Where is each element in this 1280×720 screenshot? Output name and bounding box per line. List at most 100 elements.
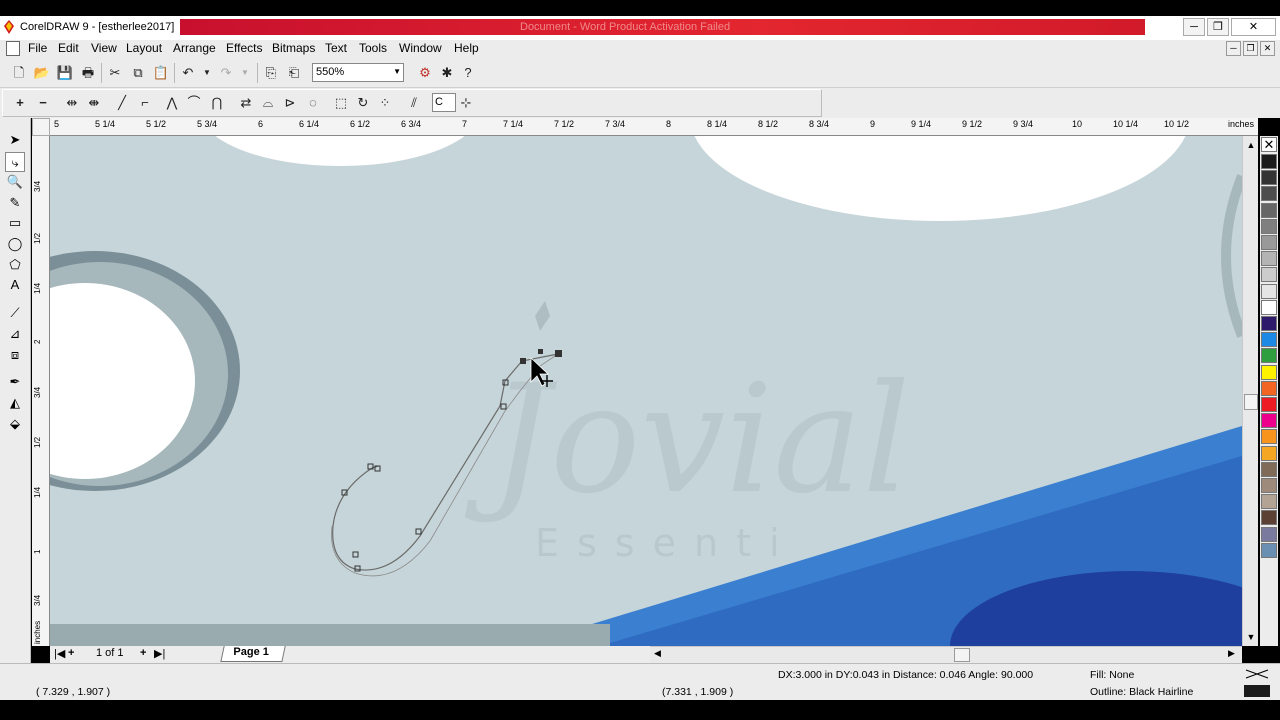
rotate-nodes-icon[interactable]: ↻ bbox=[353, 93, 373, 113]
restore-button[interactable]: ❐ bbox=[1207, 18, 1229, 36]
interactive-fill-icon[interactable]: ⊿ bbox=[5, 324, 25, 344]
color-swatch[interactable] bbox=[1261, 267, 1277, 283]
color-swatch[interactable] bbox=[1261, 478, 1277, 493]
menu-help[interactable]: Help bbox=[454, 41, 479, 55]
corel-online-icon[interactable]: ✱ bbox=[437, 63, 457, 83]
stretch-nodes-icon[interactable]: ⬚ bbox=[331, 93, 351, 113]
scroll-right-icon[interactable]: ▶ bbox=[1228, 648, 1235, 659]
color-swatch[interactable] bbox=[1261, 299, 1277, 315]
color-swatch[interactable] bbox=[1261, 283, 1277, 299]
freehand-tool-icon[interactable]: ✎ bbox=[5, 193, 25, 213]
outline-tool-icon[interactable]: ✒ bbox=[5, 372, 25, 392]
color-swatch[interactable] bbox=[1261, 316, 1277, 331]
vertical-ruler[interactable]: 3/4 1/2 1/4 2 3/4 1/2 1/4 1 3/4 inches bbox=[32, 136, 50, 646]
copy-icon[interactable]: ⧉ bbox=[128, 63, 148, 83]
symmetrical-node-icon[interactable]: ⋂ bbox=[207, 93, 227, 113]
color-swatch[interactable] bbox=[1261, 202, 1277, 218]
color-swatch[interactable] bbox=[1261, 494, 1277, 510]
save-icon[interactable]: 💾 bbox=[55, 63, 75, 83]
curve-node[interactable] bbox=[520, 358, 526, 364]
curve-smoothness-field[interactable]: C bbox=[432, 93, 456, 112]
horizontal-scroll-thumb[interactable] bbox=[954, 648, 970, 662]
smooth-node-icon[interactable]: ⌒ bbox=[184, 93, 204, 113]
page-tab[interactable]: Page 1 bbox=[220, 646, 286, 662]
menu-file[interactable]: File bbox=[28, 41, 47, 55]
paste-icon[interactable]: 📋 bbox=[151, 63, 171, 83]
color-swatch[interactable] bbox=[1261, 380, 1277, 396]
pick-tool-icon[interactable]: ➤ bbox=[5, 130, 25, 150]
horizontal-ruler[interactable]: 5 5 1/4 5 1/2 5 3/4 6 6 1/4 6 1/2 6 3/4 … bbox=[50, 118, 1258, 136]
interactive-fill-bucket-icon[interactable]: ⬙ bbox=[5, 414, 25, 434]
color-swatch[interactable] bbox=[1261, 170, 1277, 186]
redo-icon[interactable]: ↷ bbox=[216, 63, 236, 83]
whats-this-help-icon[interactable]: ? bbox=[458, 63, 478, 83]
extend-curve-icon[interactable]: ⌓ bbox=[258, 93, 278, 113]
eyedropper-tool-icon[interactable]: ⟋ bbox=[5, 303, 25, 323]
to-line-icon[interactable]: ╱ bbox=[112, 93, 132, 113]
scroll-up-icon[interactable]: ▲ bbox=[1244, 138, 1258, 152]
no-fill-swatch-icon[interactable]: ✕ bbox=[1261, 137, 1277, 152]
color-swatch[interactable] bbox=[1261, 445, 1277, 461]
text-tool-icon[interactable]: A bbox=[5, 275, 25, 295]
fill-tool-icon[interactable]: ◭ bbox=[5, 393, 25, 413]
doc-close-button[interactable]: ✕ bbox=[1260, 41, 1275, 56]
vertical-scrollbar[interactable]: ▲ ▼ bbox=[1242, 136, 1258, 646]
color-swatch[interactable] bbox=[1261, 218, 1277, 234]
color-swatch[interactable] bbox=[1261, 235, 1277, 250]
curve-node-selected[interactable] bbox=[555, 350, 562, 357]
document-icon[interactable] bbox=[6, 41, 20, 56]
zoom-level-combobox[interactable]: 550% ▼ bbox=[312, 63, 404, 82]
drawing-canvas[interactable]: Jovial Essenti bbox=[50, 136, 1242, 646]
last-page-icon[interactable]: ▶| bbox=[154, 647, 165, 660]
open-icon[interactable]: 📂 bbox=[32, 63, 52, 83]
color-swatch[interactable] bbox=[1261, 348, 1277, 364]
color-swatch[interactable] bbox=[1261, 429, 1277, 445]
close-button[interactable]: ✕ bbox=[1231, 18, 1276, 36]
polygon-tool-icon[interactable]: ⬠ bbox=[5, 255, 25, 275]
color-swatch[interactable] bbox=[1261, 364, 1277, 380]
color-swatch[interactable] bbox=[1261, 397, 1277, 412]
join-nodes-icon[interactable]: ⇹ bbox=[62, 93, 82, 113]
menu-layout[interactable]: Layout bbox=[126, 41, 162, 55]
curve-node[interactable] bbox=[538, 349, 543, 354]
cusp-node-icon[interactable]: ⋀ bbox=[162, 93, 182, 113]
add-page-before-icon[interactable]: + bbox=[68, 647, 74, 659]
print-icon[interactable]: 🖶 bbox=[78, 63, 98, 83]
color-swatch[interactable] bbox=[1261, 510, 1277, 526]
menu-bitmaps[interactable]: Bitmaps bbox=[272, 41, 315, 55]
align-nodes-icon[interactable]: ⁘ bbox=[375, 93, 395, 113]
break-curve-icon[interactable]: ⇼ bbox=[84, 93, 104, 113]
interactive-blend-icon[interactable]: ⧈ bbox=[5, 345, 25, 365]
doc-restore-button[interactable]: ❐ bbox=[1243, 41, 1258, 56]
new-document-icon[interactable]: 🗋 bbox=[9, 63, 29, 83]
undo-icon[interactable]: ↶ bbox=[178, 63, 198, 83]
menu-view[interactable]: View bbox=[91, 41, 117, 55]
redo-dropdown-icon[interactable]: ▼ bbox=[235, 63, 255, 83]
coreldraw-app-icon[interactable] bbox=[3, 20, 15, 34]
color-swatch[interactable] bbox=[1261, 154, 1277, 169]
color-swatch[interactable] bbox=[1261, 251, 1277, 267]
first-page-icon[interactable]: |◀ bbox=[54, 647, 65, 660]
shape-tool-icon[interactable]: ⤷ bbox=[5, 152, 25, 172]
color-swatch[interactable] bbox=[1261, 461, 1277, 477]
scroll-left-icon[interactable]: ◀ bbox=[654, 648, 661, 659]
reverse-direction-icon[interactable]: ⇄ bbox=[236, 93, 256, 113]
minimize-button[interactable]: ─ bbox=[1183, 18, 1205, 36]
menu-arrange[interactable]: Arrange bbox=[173, 41, 216, 55]
import-icon[interactable]: ⎘ bbox=[261, 63, 281, 83]
menu-text[interactable]: Text bbox=[325, 41, 347, 55]
add-node-icon[interactable]: + bbox=[10, 93, 30, 113]
vertical-scroll-thumb[interactable] bbox=[1244, 394, 1258, 410]
auto-close-icon[interactable]: ◌ bbox=[303, 93, 323, 113]
color-swatch[interactable] bbox=[1261, 413, 1277, 429]
menu-edit[interactable]: Edit bbox=[58, 41, 79, 55]
color-swatch[interactable] bbox=[1261, 526, 1277, 542]
undo-dropdown-icon[interactable]: ▼ bbox=[197, 63, 217, 83]
rectangle-tool-icon[interactable]: ▭ bbox=[5, 213, 25, 233]
menu-tools[interactable]: Tools bbox=[359, 41, 387, 55]
ellipse-tool-icon[interactable]: ◯ bbox=[5, 234, 25, 254]
add-page-after-icon[interactable]: + bbox=[140, 647, 146, 659]
color-swatch[interactable] bbox=[1261, 542, 1277, 558]
color-swatch[interactable] bbox=[1261, 186, 1277, 202]
application-launcher-icon[interactable]: ⚙ bbox=[415, 63, 435, 83]
